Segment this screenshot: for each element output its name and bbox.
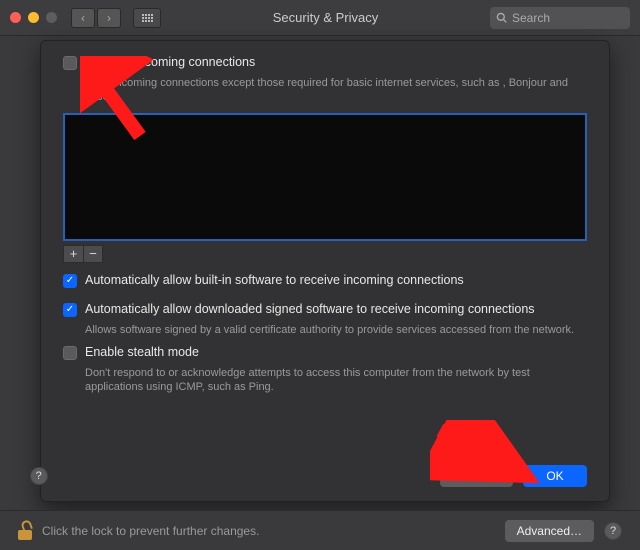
allow-builtin-checkbox[interactable]: ✓ [63,274,77,288]
block-all-checkbox[interactable] [63,56,77,70]
allow-builtin-option[interactable]: ✓ Automatically allow built-in software … [63,273,587,288]
allow-builtin-label: Automatically allow built-in software to… [85,273,464,287]
cancel-button[interactable]: Cancel [440,465,513,487]
footer-help-button[interactable]: ? [604,522,622,540]
window-title: Security & Privacy [171,10,480,25]
help-button[interactable]: ? [30,467,48,485]
search-placeholder: Search [512,11,550,25]
allow-signed-label: Automatically allow downloaded signed so… [85,302,535,316]
titlebar: ‹ › Security & Privacy Search [0,0,640,36]
stealth-desc: Don't respond to or acknowledge attempts… [85,366,587,395]
lock-icon[interactable] [18,522,32,540]
stealth-option[interactable]: Enable stealth mode [63,345,587,360]
back-button[interactable]: ‹ [71,8,95,28]
app-list[interactable] [63,113,587,241]
allow-signed-checkbox[interactable]: ✓ [63,303,77,317]
zoom-icon[interactable] [46,12,57,23]
stealth-label: Enable stealth mode [85,345,199,359]
stealth-checkbox[interactable] [63,346,77,360]
dialog-buttons: ? Cancel OK [440,465,587,487]
lock-text: Click the lock to prevent further change… [42,524,495,538]
advanced-button[interactable]: Advanced… [505,520,594,542]
block-all-option[interactable]: Block all incoming connections [63,55,587,70]
add-button[interactable]: + [63,245,83,263]
forward-button[interactable]: › [97,8,121,28]
close-icon[interactable] [10,12,21,23]
nav-buttons: ‹ › [71,8,121,28]
firewall-options-sheet: Block all incoming connections ks all in… [40,40,610,502]
remove-button[interactable]: − [83,245,103,263]
window-controls [10,12,57,23]
show-all-button[interactable] [133,8,161,28]
ok-button[interactable]: OK [523,465,587,487]
allow-signed-desc: Allows software signed by a valid certif… [85,323,587,337]
footer: Click the lock to prevent further change… [0,510,640,550]
search-input[interactable]: Search [490,7,630,29]
block-all-label: Block all incoming connections [85,55,255,69]
list-controls: + − [63,245,587,263]
search-icon [496,12,507,23]
block-all-desc: ks all incoming connections except those… [85,76,587,105]
minimize-icon[interactable] [28,12,39,23]
allow-signed-option[interactable]: ✓ Automatically allow downloaded signed … [63,302,587,317]
